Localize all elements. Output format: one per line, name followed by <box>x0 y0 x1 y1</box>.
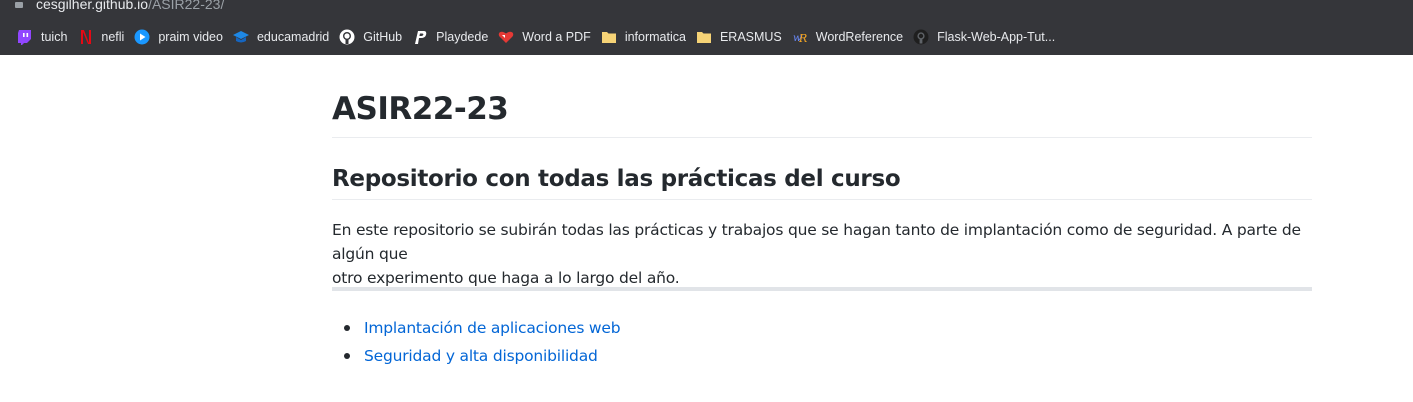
address-bar[interactable]: cesgilher.github.io/ASIR22-23/ <box>0 0 1413 18</box>
github-icon <box>913 29 929 45</box>
bookmark-word-a-pdf[interactable]: Word a PDF <box>495 23 596 51</box>
bookmark-label: nefli <box>101 29 125 44</box>
bookmark-label: Playdede <box>436 29 489 44</box>
svg-text:R: R <box>798 32 807 45</box>
bookmark-label: ERASMUS <box>719 29 782 44</box>
bookmark-praim-video[interactable]: praim video <box>131 23 228 51</box>
wordreference-icon: wR <box>792 29 808 45</box>
intro-paragraph: En este repositorio se subirán todas las… <box>332 218 1312 290</box>
list-item: Seguridad y alta disponibilidad <box>344 345 620 373</box>
bookmark-label: GitHub <box>363 29 403 44</box>
intro-line-1: En este repositorio se subirán todas las… <box>332 221 1301 263</box>
horizontal-divider <box>332 287 1312 291</box>
page-title: ASIR22-23 <box>332 91 1312 138</box>
browser-chrome: cesgilher.github.io/ASIR22-23/ tuich nef… <box>0 0 1413 55</box>
bookmark-label: Flask-Web-App-Tut... <box>937 29 1056 44</box>
bookmarks-bar: tuich nefli praim video educamadrid GitH… <box>0 18 1413 55</box>
netflix-icon <box>77 29 93 45</box>
section-heading: Repositorio con todas las prácticas del … <box>332 165 1312 200</box>
bookmark-label: informatica <box>624 29 686 44</box>
bullet-icon <box>344 325 350 331</box>
bookmark-label: WordReference <box>815 29 904 44</box>
link-seguridad[interactable]: Seguridad y alta disponibilidad <box>364 347 598 365</box>
folder-icon <box>601 29 617 45</box>
bookmark-nefli[interactable]: nefli <box>74 23 129 51</box>
playdede-icon <box>412 29 428 45</box>
github-icon <box>339 29 355 45</box>
url-text[interactable]: cesgilher.github.io/ASIR22-23/ <box>36 0 224 12</box>
bookmark-label: tuich <box>41 29 68 44</box>
bookmark-label: Word a PDF <box>522 29 591 44</box>
bookmark-label: praim video <box>158 29 223 44</box>
folder-icon <box>696 29 712 45</box>
bookmark-tuich[interactable]: tuich <box>14 23 72 51</box>
bookmark-educamadrid[interactable]: educamadrid <box>230 23 334 51</box>
heart-icon <box>498 29 514 45</box>
links-list: Implantación de aplicaciones web Segurid… <box>344 317 621 373</box>
url-path: /ASIR22-23/ <box>148 0 225 12</box>
bookmark-github[interactable]: GitHub <box>336 23 407 51</box>
intro-line-2: otro experimento que haga a lo largo del… <box>332 269 680 287</box>
bookmark-playdede[interactable]: Playdede <box>409 23 493 51</box>
bookmark-flask-web-app[interactable]: Flask-Web-App-Tut... <box>910 23 1060 51</box>
bookmark-erasmus[interactable]: ERASMUS <box>693 23 787 51</box>
page-body: ASIR22-23 Repositorio con todas las prác… <box>0 55 1413 402</box>
prime-video-icon <box>134 29 150 45</box>
bookmark-informatica[interactable]: informatica <box>598 23 691 51</box>
url-host: cesgilher.github.io <box>36 0 149 12</box>
bullet-icon <box>344 353 350 359</box>
lock-icon <box>15 2 23 8</box>
bookmark-wordreference[interactable]: wR WordReference <box>789 23 908 51</box>
graduation-cap-icon <box>232 29 249 45</box>
twitch-icon <box>17 29 33 45</box>
bookmark-label: educamadrid <box>256 29 330 44</box>
list-item: Implantación de aplicaciones web <box>344 317 621 345</box>
link-implantacion[interactable]: Implantación de aplicaciones web <box>364 319 621 337</box>
